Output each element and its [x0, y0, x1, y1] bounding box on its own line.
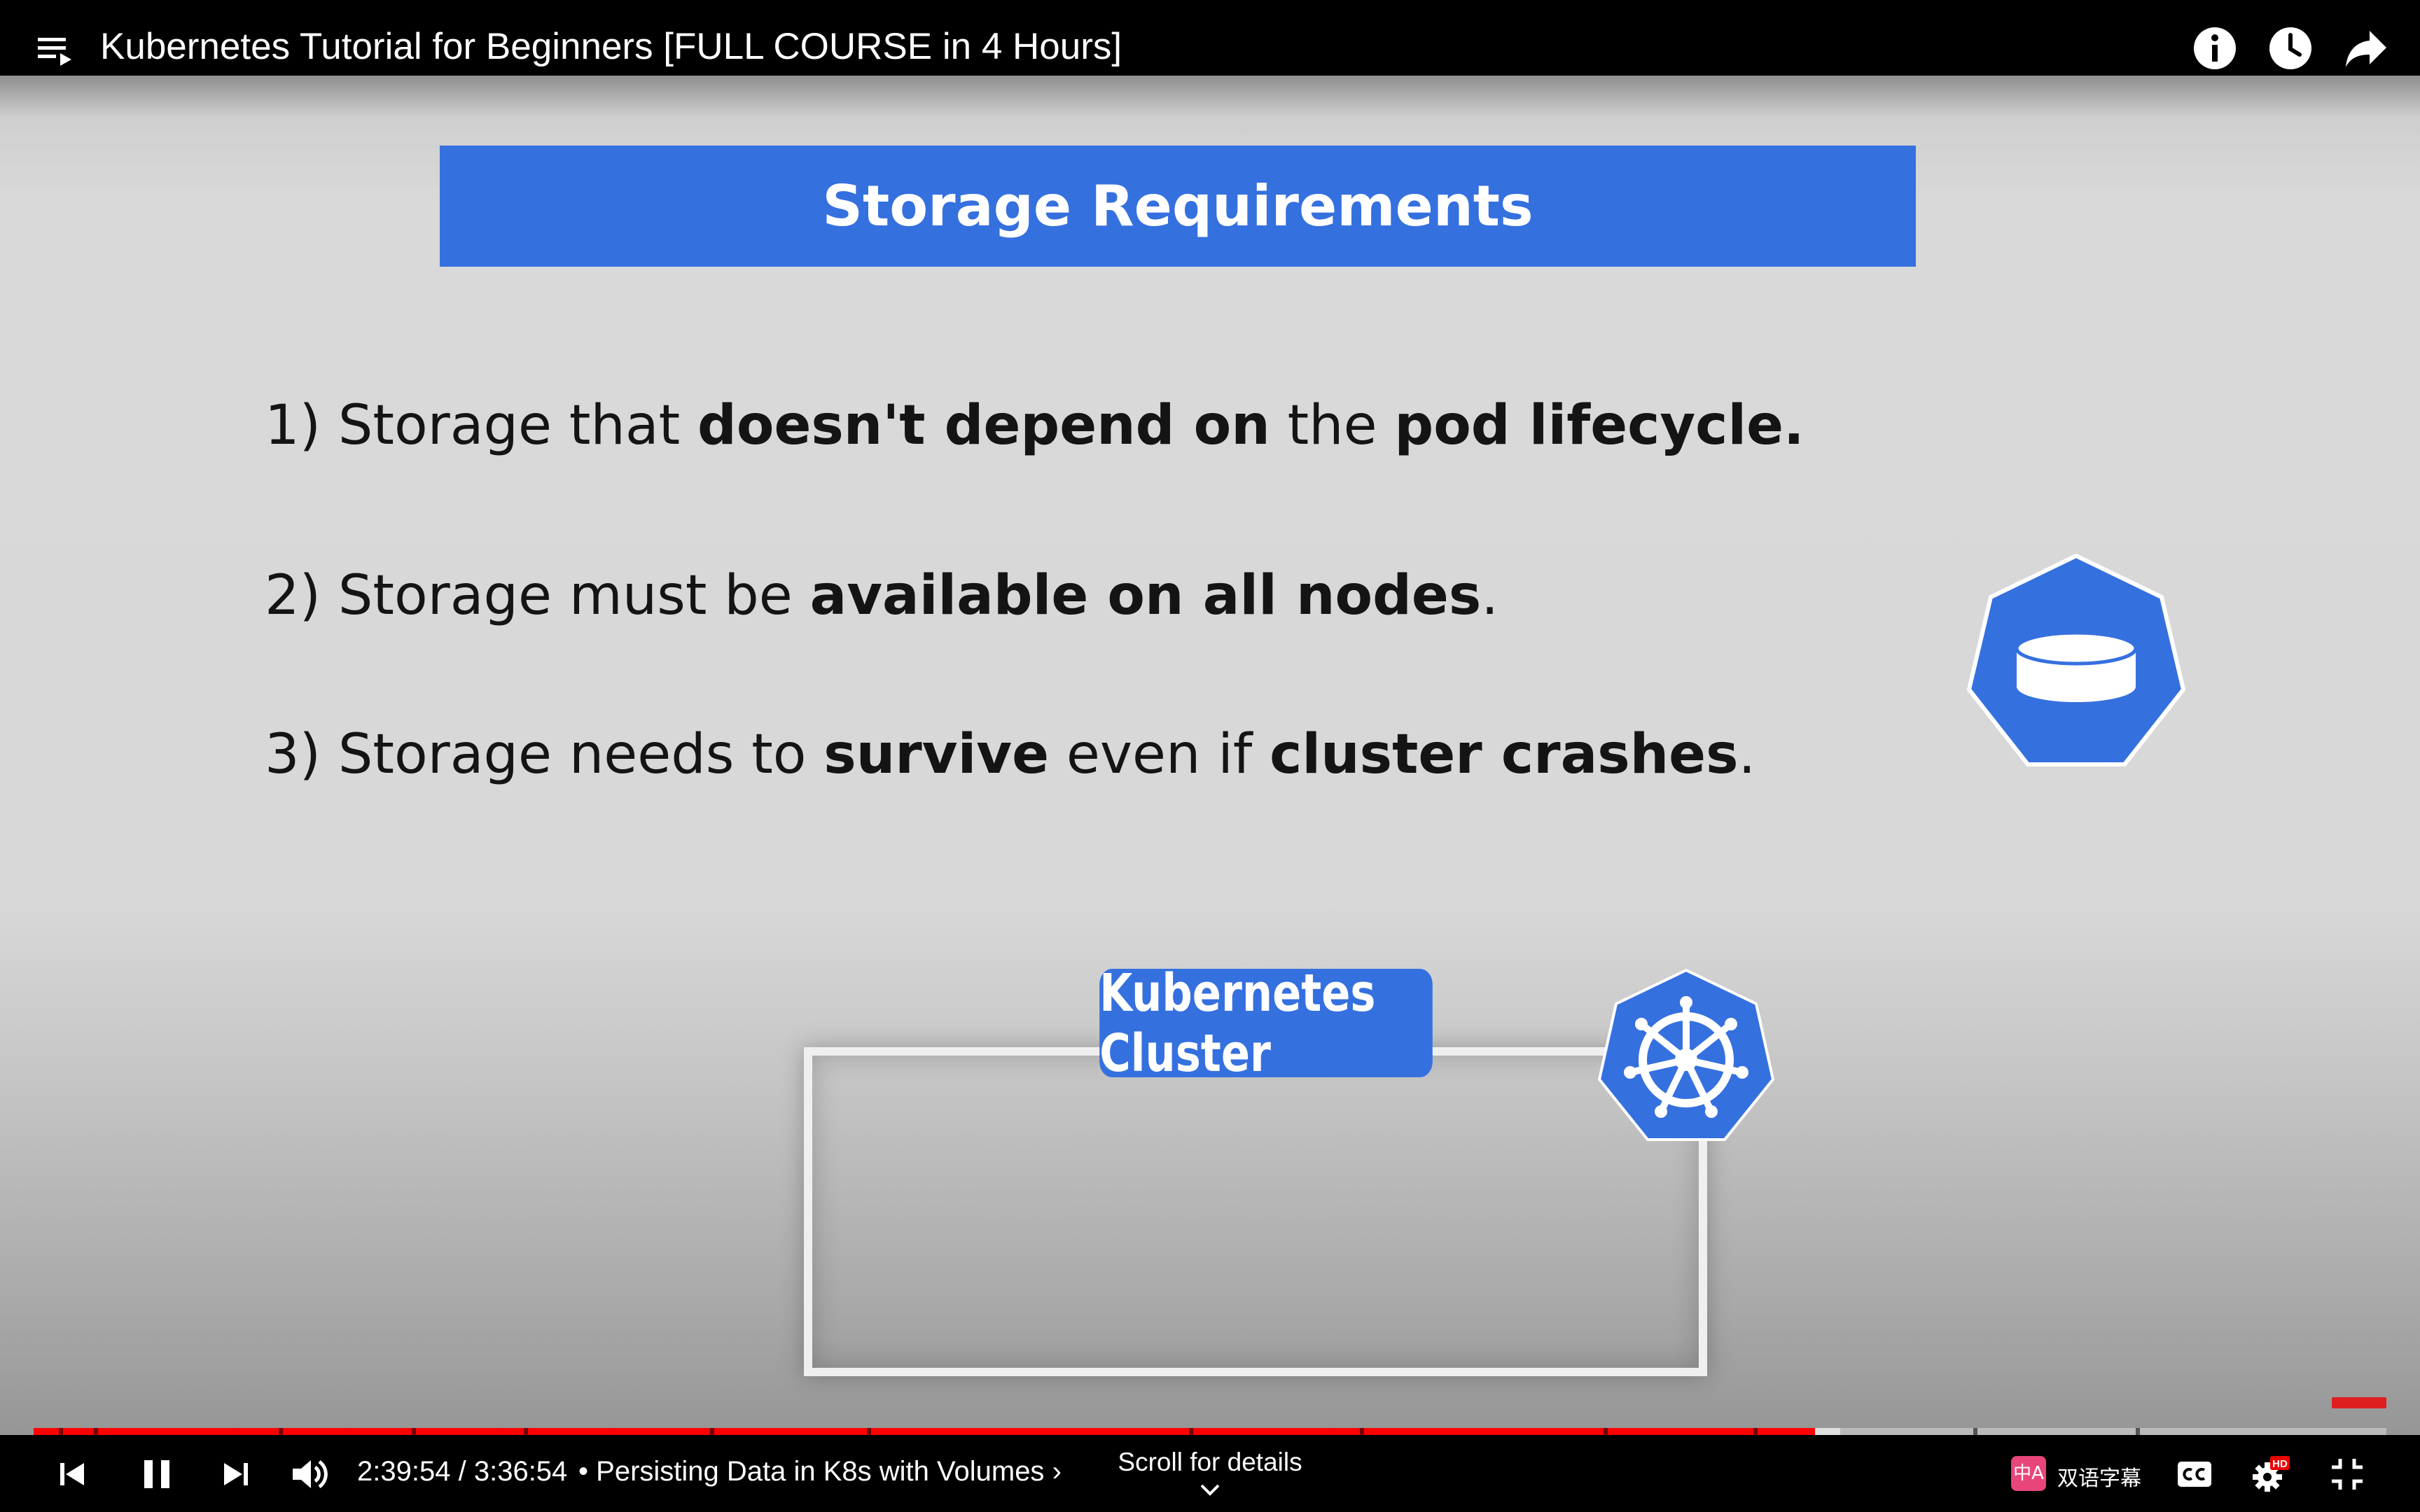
requirement-bold-text: cluster crashes: [1270, 723, 1739, 786]
current-time: 2:39:54: [357, 1456, 451, 1487]
storage-volume-icon: [1967, 554, 2185, 766]
requirement-number: 2): [265, 564, 321, 627]
chapter-marker: [867, 1428, 871, 1435]
chapter-marker: [1753, 1428, 1758, 1435]
requirement-text: .: [1738, 723, 1756, 786]
slide-header: Storage Requirements: [440, 146, 1916, 267]
chapter-marker: [710, 1428, 714, 1435]
scroll-for-details[interactable]: Scroll for details: [1085, 1448, 1335, 1477]
requirement-text: Storage that: [338, 394, 681, 457]
chevron-right-icon: ›: [1052, 1456, 1062, 1487]
next-icon[interactable]: [214, 1453, 256, 1495]
volume-icon[interactable]: [288, 1453, 331, 1495]
requirement-2: 2) Storage must be available on all node…: [265, 564, 1498, 627]
kubernetes-logo-icon: [1598, 969, 1774, 1141]
translate-icon: 中A: [2011, 1456, 2046, 1491]
requirement-text: Storage must be: [338, 564, 793, 627]
chapter-marker: [1973, 1428, 1977, 1435]
exit-fullscreen-icon[interactable]: [2326, 1453, 2368, 1495]
requirement-bold-text: pod lifecycle.: [1394, 394, 1804, 457]
requirement-bold-text: available on all nodes: [809, 564, 1482, 627]
cc-icon[interactable]: [2174, 1453, 2216, 1495]
chapter-marker: [1604, 1428, 1608, 1435]
requirement-bold-text: survive: [823, 723, 1050, 786]
requirement-number: 1): [265, 394, 321, 457]
cluster-box: [804, 1047, 1707, 1376]
subscribe-watermark[interactable]: [2332, 1397, 2386, 1408]
requirement-text: even if: [1066, 723, 1253, 786]
time-display: 2:39:54 / 3:36:54: [357, 1456, 567, 1488]
clock-icon[interactable]: [2267, 25, 2314, 71]
requirement-text: Storage needs to: [338, 723, 807, 786]
chapter-marker: [94, 1428, 98, 1435]
video-player: Kubernetes Tutorial for Beginners [FULL …: [0, 0, 2420, 1512]
chapter-marker: [1189, 1428, 1193, 1435]
hd-badge: HD: [2272, 1458, 2288, 1470]
chapter-title: Persisting Data in K8s with Volumes: [596, 1456, 1045, 1487]
previous-icon[interactable]: [52, 1453, 94, 1495]
cluster-label: Kubernetes Cluster: [1099, 963, 1433, 1084]
chapter-bullet: •: [578, 1456, 589, 1487]
share-icon[interactable]: [2343, 25, 2389, 71]
bilingual-subtitles-label: 双语字幕: [2057, 1466, 2141, 1491]
video-frame[interactable]: Storage Requirements 1) Storage that doe…: [0, 76, 2420, 1435]
duration: 3:36:54: [473, 1456, 568, 1487]
info-icon[interactable]: [2192, 25, 2238, 71]
chapter-marker: [412, 1428, 416, 1435]
requirement-text: the: [1287, 394, 1377, 457]
requirement-text: .: [1481, 564, 1499, 627]
chevron-down-icon[interactable]: [1197, 1481, 1223, 1498]
player-controls: 2:39:54 / 3:36:54 • Persisting Data in K…: [0, 1435, 2420, 1512]
chapter-marker: [2136, 1428, 2140, 1435]
settings-gear-icon[interactable]: HD: [2249, 1453, 2291, 1495]
chapter-marker: [279, 1428, 283, 1435]
time-separator: /: [458, 1456, 466, 1487]
chapter-marker: [59, 1428, 63, 1435]
chapter-title-button[interactable]: • Persisting Data in K8s with Volumes ›: [578, 1456, 1062, 1488]
chapter-marker: [1360, 1428, 1364, 1435]
video-title[interactable]: Kubernetes Tutorial for Beginners [FULL …: [100, 25, 1122, 68]
playlist-icon[interactable]: [35, 32, 77, 74]
pause-icon[interactable]: [136, 1453, 178, 1495]
requirement-3: 3) Storage needs to survive even if clus…: [265, 723, 1755, 786]
player-top-bar: Kubernetes Tutorial for Beginners [FULL …: [0, 0, 2420, 76]
requirement-number: 3): [265, 723, 321, 786]
chapter-marker: [524, 1428, 528, 1435]
requirement-bold-text: doesn't depend on: [697, 394, 1270, 457]
progress-played: [34, 1428, 1815, 1435]
progress-bar[interactable]: [34, 1428, 2386, 1435]
requirement-1: 1) Storage that doesn't depend on the po…: [265, 394, 1804, 457]
